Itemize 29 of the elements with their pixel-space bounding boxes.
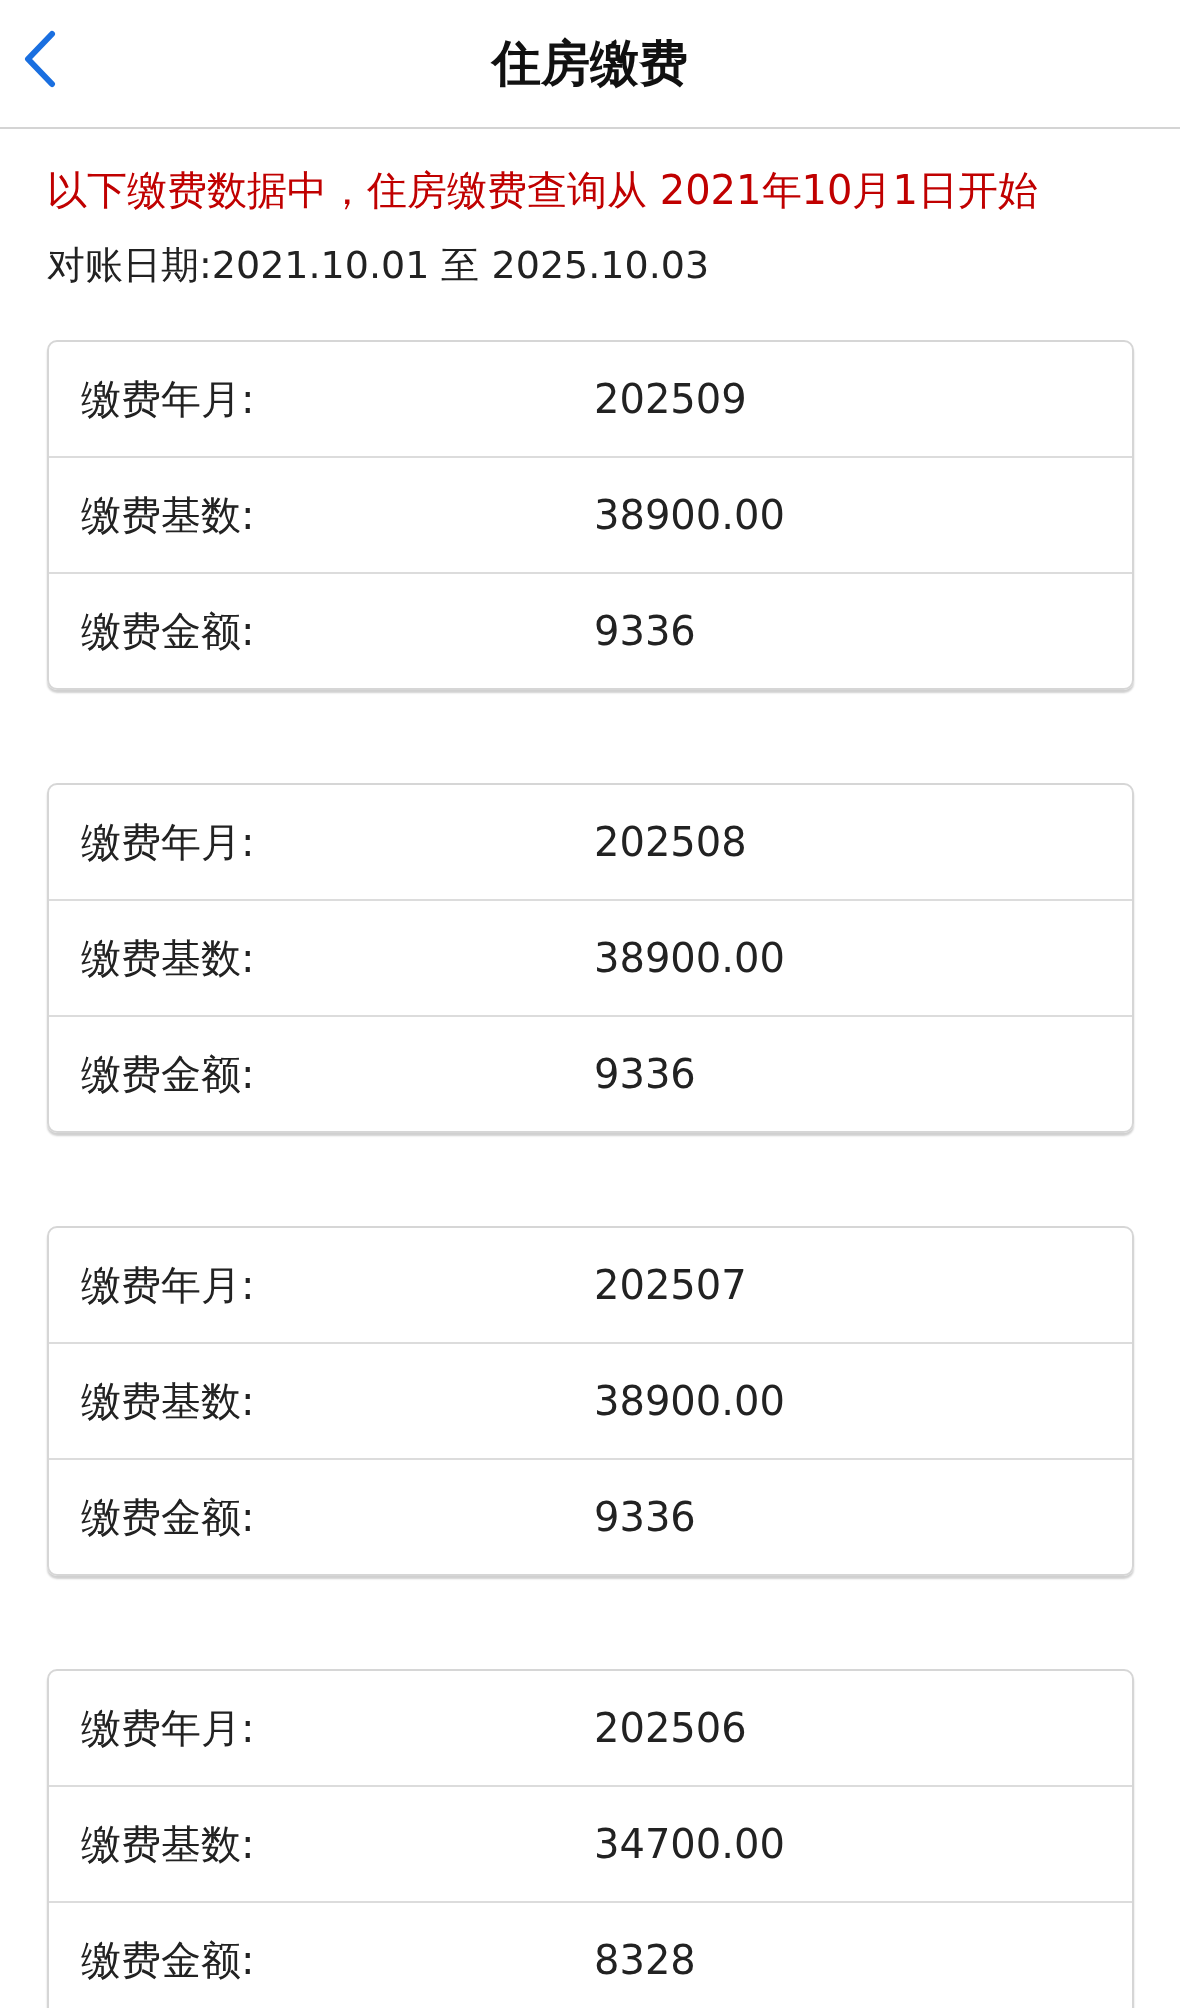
field-value: 9336 [594, 1051, 696, 1097]
field-value: 38900.00 [594, 935, 785, 981]
page-title: 住房缴费 [492, 33, 688, 94]
back-button[interactable] [22, 30, 56, 88]
field-value: 34700.00 [594, 1821, 785, 1867]
field-label: 缴费基数: [80, 933, 256, 983]
field-label: 缴费年月: [80, 1703, 256, 1753]
field-label: 缴费基数: [80, 1819, 256, 1869]
field-label: 缴费金额: [80, 1049, 256, 1099]
field-value: 8328 [594, 1937, 696, 1983]
field-value: 202509 [594, 376, 747, 422]
field-label: 缴费年月: [80, 1260, 256, 1310]
field-label: 缴费年月: [80, 374, 256, 424]
field-value: 202507 [594, 1262, 747, 1308]
field-value: 38900.00 [594, 492, 785, 538]
field-label: 缴费基数: [80, 490, 256, 540]
statement-period: 对账日期:2021.10.01 至 2025.10.03 [47, 242, 711, 289]
field-label: 缴费金额: [80, 1492, 256, 1542]
field-label: 缴费金额: [80, 1935, 256, 1985]
field-value: 9336 [594, 1494, 696, 1540]
field-value: 202506 [594, 1705, 747, 1751]
notice-text: 以下缴费数据中，住房缴费查询从 2021年10月1日开始 [47, 166, 1039, 215]
field-value: 202508 [594, 819, 747, 865]
field-value: 9336 [594, 608, 696, 654]
field-label: 缴费基数: [80, 1376, 256, 1426]
field-label: 缴费年月: [80, 817, 256, 867]
field-label: 缴费金额: [80, 606, 256, 656]
back-icon [22, 30, 56, 88]
field-value: 38900.00 [594, 1378, 785, 1424]
